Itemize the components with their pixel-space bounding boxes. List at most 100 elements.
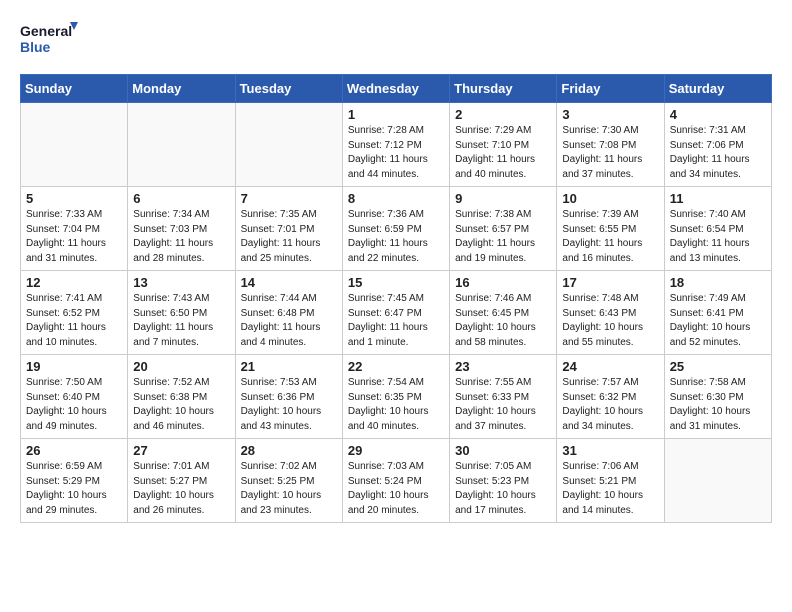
day-info: Sunrise: 7:52 AM Sunset: 6:38 PM Dayligh…: [133, 376, 229, 434]
calendar-week-4: 19Sunrise: 7:50 AM Sunset: 6:40 PM Dayli…: [21, 355, 772, 439]
day-number: 28: [241, 443, 337, 458]
day-info: Sunrise: 7:31 AM Sunset: 7:06 PM Dayligh…: [670, 124, 766, 182]
day-info: Sunrise: 7:57 AM Sunset: 6:32 PM Dayligh…: [562, 376, 658, 434]
day-number: 22: [348, 359, 444, 374]
day-number: 26: [26, 443, 122, 458]
weekday-header-tuesday: Tuesday: [235, 75, 342, 103]
calendar-day: 21Sunrise: 7:53 AM Sunset: 6:36 PM Dayli…: [235, 355, 342, 439]
day-number: 29: [348, 443, 444, 458]
calendar-day: [128, 103, 235, 187]
calendar-day: 23 Sunrise: 7:55 AM Sunset: 6:33 PM Dayli…: [450, 355, 557, 439]
weekday-header-wednesday: Wednesday: [342, 75, 449, 103]
calendar-day: 19Sunrise: 7:50 AM Sunset: 6:40 PM Dayli…: [21, 355, 128, 439]
day-number: 7: [241, 191, 337, 206]
day-number: 5: [26, 191, 122, 206]
day-number: 24: [562, 359, 658, 374]
day-number: 14: [241, 275, 337, 290]
calendar-day: 16 Sunrise: 7:46 AM Sunset: 6:45 PM Dayli…: [450, 271, 557, 355]
calendar-day: 17Sunrise: 7:48 AM Sunset: 6:43 PM Dayli…: [557, 271, 664, 355]
weekday-header-thursday: Thursday: [450, 75, 557, 103]
calendar-day: 14 Sunrise: 7:44 AM Sunset: 6:48 PM Dayli…: [235, 271, 342, 355]
day-number: 3: [562, 107, 658, 122]
logo: GeneralBlue: [20, 20, 80, 58]
day-number: 21: [241, 359, 337, 374]
day-info: Sunrise: 7:49 AM Sunset: 6:41 PM Dayligh…: [670, 292, 766, 350]
calendar-day: 6Sunrise: 7:34 AM Sunset: 7:03 PM Daylig…: [128, 187, 235, 271]
calendar-week-2: 5 Sunrise: 7:33 AM Sunset: 7:04 PM Daylig…: [21, 187, 772, 271]
day-number: 1: [348, 107, 444, 122]
calendar-week-3: 12Sunrise: 7:41 AM Sunset: 6:52 PM Dayli…: [21, 271, 772, 355]
day-number: 15: [348, 275, 444, 290]
calendar-day: 2 Sunrise: 7:29 AM Sunset: 7:10 PM Daylig…: [450, 103, 557, 187]
day-number: 23: [455, 359, 551, 374]
calendar-week-1: 1 Sunrise: 7:28 AM Sunset: 7:12 PM Daylig…: [21, 103, 772, 187]
day-number: 4: [670, 107, 766, 122]
calendar-day: 15Sunrise: 7:45 AM Sunset: 6:47 PM Dayli…: [342, 271, 449, 355]
logo-svg: GeneralBlue: [20, 20, 80, 58]
calendar-week-5: 26 Sunrise: 6:59 AM Sunset: 5:29 PM Dayli…: [21, 439, 772, 523]
day-number: 10: [562, 191, 658, 206]
day-info: Sunrise: 6:59 AM Sunset: 5:29 PM Dayligh…: [26, 460, 122, 518]
weekday-header-sunday: Sunday: [21, 75, 128, 103]
day-info: Sunrise: 7:30 AM Sunset: 7:08 PM Dayligh…: [562, 124, 658, 182]
weekday-header-row: SundayMondayTuesdayWednesdayThursdayFrid…: [21, 75, 772, 103]
day-info: Sunrise: 7:54 AM Sunset: 6:35 PM Dayligh…: [348, 376, 444, 434]
calendar-day: 13 Sunrise: 7:43 AM Sunset: 6:50 PM Dayli…: [128, 271, 235, 355]
calendar-day: 27Sunrise: 7:01 AM Sunset: 5:27 PM Dayli…: [128, 439, 235, 523]
calendar-day: 8 Sunrise: 7:36 AM Sunset: 6:59 PM Daylig…: [342, 187, 449, 271]
calendar-day: 20Sunrise: 7:52 AM Sunset: 6:38 PM Dayli…: [128, 355, 235, 439]
day-number: 16: [455, 275, 551, 290]
day-number: 8: [348, 191, 444, 206]
day-info: Sunrise: 7:58 AM Sunset: 6:30 PM Dayligh…: [670, 376, 766, 434]
weekday-header-friday: Friday: [557, 75, 664, 103]
day-info: Sunrise: 7:35 AM Sunset: 7:01 PM Dayligh…: [241, 208, 337, 266]
day-info: Sunrise: 7:39 AM Sunset: 6:55 PM Dayligh…: [562, 208, 658, 266]
calendar-day: 5 Sunrise: 7:33 AM Sunset: 7:04 PM Daylig…: [21, 187, 128, 271]
day-info: Sunrise: 7:06 AM Sunset: 5:21 PM Dayligh…: [562, 460, 658, 518]
day-number: 9: [455, 191, 551, 206]
calendar-day: 22 Sunrise: 7:54 AM Sunset: 6:35 PM Dayli…: [342, 355, 449, 439]
day-info: Sunrise: 7:46 AM Sunset: 6:45 PM Dayligh…: [455, 292, 551, 350]
day-number: 6: [133, 191, 229, 206]
day-number: 11: [670, 191, 766, 206]
calendar-day: 26 Sunrise: 6:59 AM Sunset: 5:29 PM Dayli…: [21, 439, 128, 523]
day-number: 18: [670, 275, 766, 290]
day-info: Sunrise: 7:36 AM Sunset: 6:59 PM Dayligh…: [348, 208, 444, 266]
day-info: Sunrise: 7:44 AM Sunset: 6:48 PM Dayligh…: [241, 292, 337, 350]
day-info: Sunrise: 7:01 AM Sunset: 5:27 PM Dayligh…: [133, 460, 229, 518]
calendar-day: 25 Sunrise: 7:58 AM Sunset: 6:30 PM Dayli…: [664, 355, 771, 439]
calendar-day: 4 Sunrise: 7:31 AM Sunset: 7:06 PM Daylig…: [664, 103, 771, 187]
weekday-header-monday: Monday: [128, 75, 235, 103]
weekday-header-saturday: Saturday: [664, 75, 771, 103]
svg-text:Blue: Blue: [20, 39, 51, 55]
calendar-day: 30Sunrise: 7:05 AM Sunset: 5:23 PM Dayli…: [450, 439, 557, 523]
calendar-table: SundayMondayTuesdayWednesdayThursdayFrid…: [20, 74, 772, 523]
day-number: 17: [562, 275, 658, 290]
calendar-day: 11 Sunrise: 7:40 AM Sunset: 6:54 PM Dayli…: [664, 187, 771, 271]
day-info: Sunrise: 7:40 AM Sunset: 6:54 PM Dayligh…: [670, 208, 766, 266]
day-info: Sunrise: 7:55 AM Sunset: 6:33 PM Dayligh…: [455, 376, 551, 434]
day-number: 25: [670, 359, 766, 374]
calendar-day: [664, 439, 771, 523]
day-info: Sunrise: 7:28 AM Sunset: 7:12 PM Dayligh…: [348, 124, 444, 182]
day-number: 31: [562, 443, 658, 458]
day-info: Sunrise: 7:03 AM Sunset: 5:24 PM Dayligh…: [348, 460, 444, 518]
day-info: Sunrise: 7:29 AM Sunset: 7:10 PM Dayligh…: [455, 124, 551, 182]
day-info: Sunrise: 7:02 AM Sunset: 5:25 PM Dayligh…: [241, 460, 337, 518]
day-number: 13: [133, 275, 229, 290]
day-number: 12: [26, 275, 122, 290]
calendar-day: 12Sunrise: 7:41 AM Sunset: 6:52 PM Dayli…: [21, 271, 128, 355]
calendar-day: 9 Sunrise: 7:38 AM Sunset: 6:57 PM Daylig…: [450, 187, 557, 271]
calendar-day: 31 Sunrise: 7:06 AM Sunset: 5:21 PM Dayli…: [557, 439, 664, 523]
calendar-day: [21, 103, 128, 187]
day-info: Sunrise: 7:38 AM Sunset: 6:57 PM Dayligh…: [455, 208, 551, 266]
day-number: 30: [455, 443, 551, 458]
calendar-day: 10 Sunrise: 7:39 AM Sunset: 6:55 PM Dayli…: [557, 187, 664, 271]
calendar-day: 7 Sunrise: 7:35 AM Sunset: 7:01 PM Daylig…: [235, 187, 342, 271]
day-info: Sunrise: 7:33 AM Sunset: 7:04 PM Dayligh…: [26, 208, 122, 266]
day-number: 2: [455, 107, 551, 122]
calendar-day: 24 Sunrise: 7:57 AM Sunset: 6:32 PM Dayli…: [557, 355, 664, 439]
day-info: Sunrise: 7:43 AM Sunset: 6:50 PM Dayligh…: [133, 292, 229, 350]
header: GeneralBlue: [20, 20, 772, 58]
calendar-day: 3 Sunrise: 7:30 AM Sunset: 7:08 PM Daylig…: [557, 103, 664, 187]
